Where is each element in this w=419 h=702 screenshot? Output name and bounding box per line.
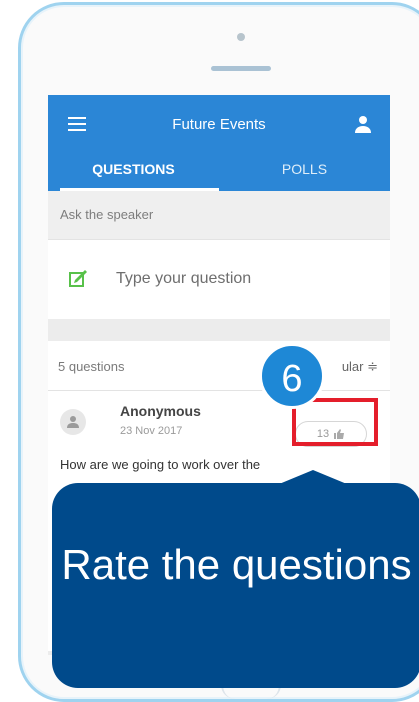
- tab-bar: QUESTIONS POLLS: [48, 151, 390, 191]
- question-text: How are we going to work over the: [60, 457, 261, 472]
- callout-caption: Rate the questions: [61, 541, 412, 588]
- question-author: Anonymous: [120, 403, 201, 419]
- sort-dropdown[interactable]: ular ≑: [342, 359, 378, 375]
- question-input[interactable]: Type your question: [48, 239, 390, 319]
- questions-count: 5 questions: [58, 359, 125, 374]
- avatar: [60, 409, 86, 435]
- app-bar: Future Events QUESTIONS POLLS: [48, 95, 390, 191]
- user-icon[interactable]: [354, 115, 372, 133]
- questions-header: 5 questions ular ≑: [48, 341, 390, 391]
- edit-icon: [69, 270, 87, 287]
- ask-speaker-label: Ask the speaker: [48, 191, 390, 239]
- tab-questions[interactable]: QUESTIONS: [48, 151, 219, 191]
- question-placeholder: Type your question: [116, 270, 252, 287]
- person-icon: [67, 416, 79, 428]
- tutorial-screen: Future Events QUESTIONS POLLS Ask the sp…: [0, 0, 419, 702]
- tutorial-callout: Rate the questions: [52, 483, 419, 688]
- camera-dot: [237, 33, 245, 41]
- speaker-slot: [211, 66, 271, 71]
- tutorial-step-badge: 6: [259, 343, 325, 409]
- page-title: Future Events: [172, 116, 266, 133]
- question-date: 23 Nov 2017: [120, 425, 183, 437]
- tab-polls[interactable]: POLLS: [219, 151, 390, 191]
